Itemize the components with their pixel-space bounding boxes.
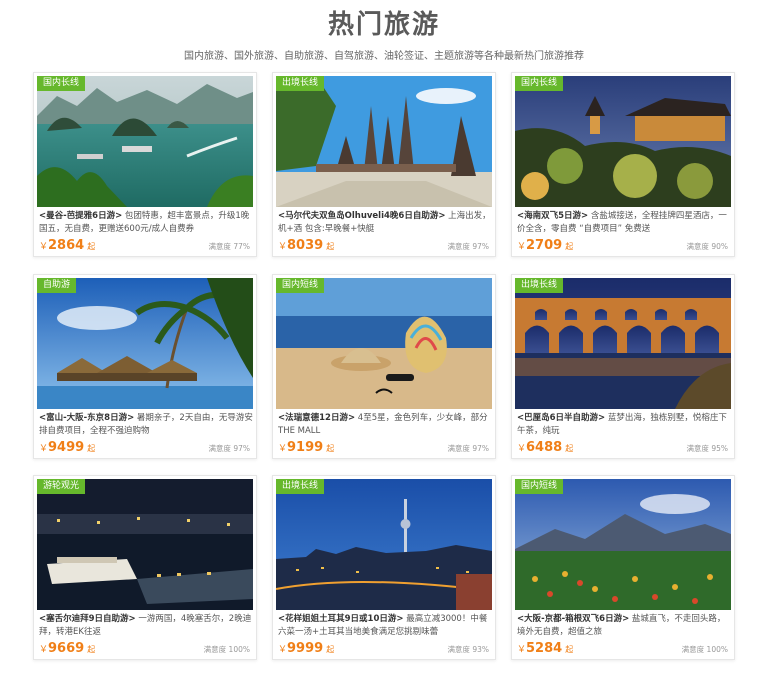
price-value: 6488 [526,440,563,455]
tour-description[interactable]: <法瑞意德12日游> 4至5星，金色列车，少女峰，部分THE MALL [278,412,492,440]
tour-price: ￥5284 起 [517,641,573,658]
tour-card[interactable]: 游轮观光 <塞舌尔迪拜9日自助游> 一游两国，4晚塞舌尔，2晚迪拜，转港EK往返… [33,475,257,660]
tour-name[interactable]: <花样姐姐土耳其9日或10日游> [278,614,404,624]
tour-photo[interactable] [515,479,731,610]
tour-name[interactable]: <曼谷-芭提雅6日游> [39,211,122,221]
currency-symbol: ￥ [39,444,49,454]
tour-price: ￥9499 起 [39,440,95,457]
price-suffix: 起 [565,444,574,453]
tour-name[interactable]: <富山-大阪-东京8日游> [39,413,134,423]
currency-symbol: ￥ [517,645,527,655]
tour-photo[interactable] [276,278,492,409]
price-value: 2864 [48,238,85,253]
price-suffix: 起 [326,645,335,654]
tour-price: ￥2864 起 [39,238,95,255]
price-value: 2709 [526,238,563,253]
price-suffix: 起 [326,444,335,453]
satisfaction-rate: 满意度 97% [447,444,489,453]
tour-price: ￥9999 起 [278,641,334,658]
satisfaction-rate: 满意度 97% [447,242,489,251]
tour-price: ￥6488 起 [517,440,573,457]
tour-category-tag: 出境长线 [515,278,564,293]
price-suffix: 起 [565,242,574,251]
currency-symbol: ￥ [278,444,288,454]
tour-category-tag: 国内短线 [515,479,564,494]
tour-name[interactable]: <马尔代夫双鱼岛Olhuveli4晚6日自助游> [278,211,445,221]
price-value: 8039 [287,238,324,253]
tour-grid: 国内长线 <曼谷-芭提雅6日游> 包团特惠，超丰富景点，升级1晚国五，无自费，更… [33,72,735,662]
currency-symbol: ￥ [39,645,49,655]
section-header: 热门旅游 国内旅游、国外旅游、自助旅游、自驾旅游、油轮签证、主题旅游等各种最新热… [0,8,768,64]
satisfaction-rate: 满意度 77% [208,242,250,251]
tour-photo[interactable] [37,479,253,610]
price-value: 9999 [287,641,324,656]
tour-category-tag: 国内短线 [276,278,325,293]
currency-symbol: ￥ [517,242,527,252]
tour-category-tag: 国内长线 [515,76,564,91]
price-suffix: 起 [87,645,96,654]
tour-card[interactable]: 出境长线 <巴厘岛6日半自助游> 蓝梦出海，独栋别墅，悦榕庄下午茶，纯玩 ￥64… [511,274,735,459]
tour-card[interactable]: 出境长线 <马尔代夫双鱼岛Olhuveli4晚6日自助游> 上海出发，机+酒 包… [272,72,496,257]
tour-description[interactable]: <马尔代夫双鱼岛Olhuveli4晚6日自助游> 上海出发，机+酒 包含:早晚餐… [278,210,492,238]
tour-name[interactable]: <大阪-京都-箱根双飞6日游> [517,614,629,624]
tour-card[interactable]: 自助游 <富山-大阪-东京8日游> 暑期亲子，2天自由，无导游安排自费项目，全程… [33,274,257,459]
price-value: 9669 [48,641,85,656]
tour-description[interactable]: <富山-大阪-东京8日游> 暑期亲子，2天自由，无导游安排自费项目，全程不强迫购… [39,412,253,440]
tour-card[interactable]: 国内短线 <大阪-京都-箱根双飞6日游> 盐城直飞，不走回头路，境外无自费，超值… [511,475,735,660]
tour-photo[interactable] [37,278,253,409]
section-subtitle: 国内旅游、国外旅游、自助旅游、自驾旅游、油轮签证、主题旅游等各种最新热门旅游推荐 [184,51,584,62]
tour-card[interactable]: 国内长线 <曼谷-芭提雅6日游> 包团特惠，超丰富景点，升级1晚国五，无自费，更… [33,72,257,257]
price-value: 5284 [526,641,563,656]
tour-description[interactable]: <巴厘岛6日半自助游> 蓝梦出海，独栋别墅，悦榕庄下午茶，纯玩 [517,412,731,440]
tour-photo[interactable] [276,76,492,207]
tour-description[interactable]: <曼谷-芭提雅6日游> 包团特惠，超丰富景点，升级1晚国五，无自费，更赠送600… [39,210,253,238]
price-suffix: 起 [87,242,96,251]
price-suffix: 起 [87,444,96,453]
satisfaction-rate: 满意度 90% [686,242,728,251]
tour-category-tag: 出境长线 [276,479,325,494]
price-suffix: 起 [565,645,574,654]
tour-category-tag: 出境长线 [276,76,325,91]
tour-photo[interactable] [276,479,492,610]
tour-name[interactable]: <法瑞意德12日游> [278,413,355,423]
tour-category-tag: 游轮观光 [37,479,86,494]
tour-description[interactable]: <海南双飞5日游> 含盐城接送，全程挂牌四星酒店，一价全含，零自费 “自费项目”… [517,210,731,238]
tour-photo[interactable] [515,278,731,409]
satisfaction-rate: 满意度 100% [203,645,250,654]
tour-photo[interactable] [37,76,253,207]
tour-card[interactable]: 国内短线 <法瑞意德12日游> 4至5星，金色列车，少女峰，部分THE MALL… [272,274,496,459]
tour-category-tag: 自助游 [37,278,77,293]
tour-price: ￥9669 起 [39,641,95,658]
tour-price: ￥9199 起 [278,440,334,457]
tour-name[interactable]: <塞舌尔迪拜9日自助游> [39,614,136,624]
currency-symbol: ￥ [39,242,49,252]
price-suffix: 起 [326,242,335,251]
tour-description[interactable]: <花样姐姐土耳其9日或10日游> 最高立减3000！中餐六菜一汤+土耳其当地美食… [278,613,492,641]
tour-name[interactable]: <巴厘岛6日半自助游> [517,413,605,423]
currency-symbol: ￥ [278,242,288,252]
satisfaction-rate: 满意度 97% [208,444,250,453]
satisfaction-rate: 满意度 100% [681,645,728,654]
tour-name[interactable]: <海南双飞5日游> [517,211,588,221]
currency-symbol: ￥ [278,645,288,655]
satisfaction-rate: 满意度 95% [686,444,728,453]
satisfaction-rate: 满意度 93% [447,645,489,654]
tour-card[interactable]: 国内长线 <海南双飞5日游> 含盐城接送，全程挂牌四星酒店，一价全含，零自费 “… [511,72,735,257]
tour-category-tag: 国内长线 [37,76,86,91]
tour-photo[interactable] [515,76,731,207]
tour-description[interactable]: <大阪-京都-箱根双飞6日游> 盐城直飞，不走回头路，境外无自费，超值之旅 [517,613,731,641]
tour-price: ￥8039 起 [278,238,334,255]
price-value: 9499 [48,440,85,455]
currency-symbol: ￥ [517,444,527,454]
tour-description[interactable]: <塞舌尔迪拜9日自助游> 一游两国，4晚塞舌尔，2晚迪拜，转港EK往返 [39,613,253,641]
tour-card[interactable]: 出境长线 <花样姐姐土耳其9日或10日游> 最高立减3000！中餐六菜一汤+土耳… [272,475,496,660]
price-value: 9199 [287,440,324,455]
section-title: 热门旅游 [327,10,440,40]
tour-price: ￥2709 起 [517,238,573,255]
